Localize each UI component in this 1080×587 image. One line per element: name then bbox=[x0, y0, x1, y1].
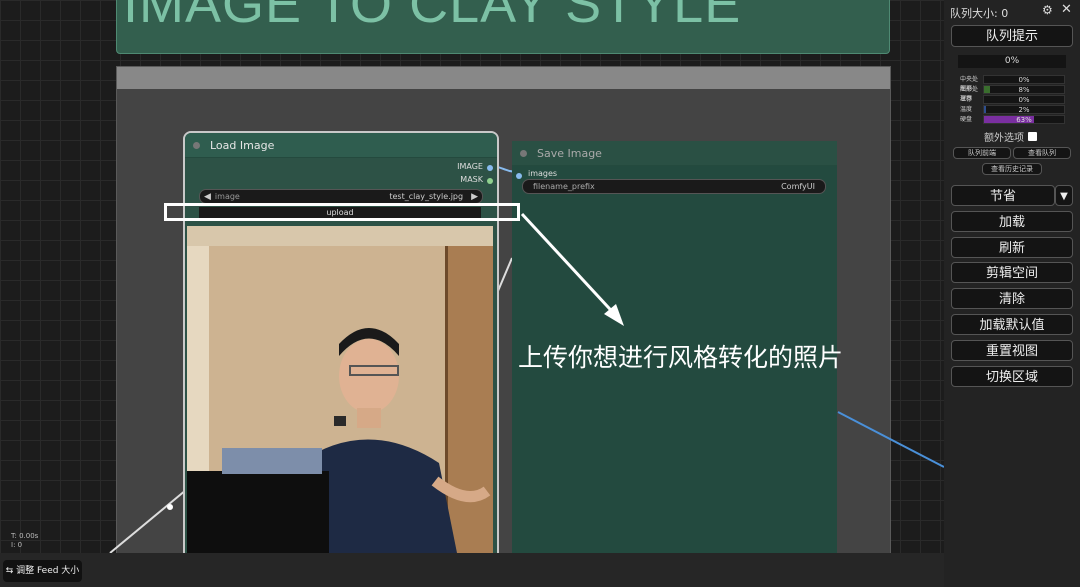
resize-feed-label: 调整 Feed 大小 bbox=[16, 566, 80, 576]
annotation-arrow bbox=[520, 212, 624, 326]
stat-disk-label: 硬盘 bbox=[960, 116, 973, 123]
stat-row-vram: 显存 0% bbox=[958, 95, 1066, 104]
stat-vram-bar: 0% bbox=[983, 95, 1065, 104]
stat-disk-value: 63% bbox=[1016, 116, 1032, 124]
save-dropdown-chevron-icon[interactable]: ▼ bbox=[1055, 185, 1073, 206]
bottom-bar bbox=[0, 553, 944, 587]
stat-gpu-bar: 8% bbox=[983, 85, 1065, 94]
queue-front-button[interactable]: 队列前端 bbox=[953, 147, 1011, 159]
queue-sidebar: 队列大小: 0 ⚙ ✕ 队列提示 0% 中央处理器 0% 图形处理器 8% 显存… bbox=[944, 0, 1080, 587]
canvas-stats: T: 0.00s I: 0 bbox=[11, 532, 38, 550]
stat-vram-label: 显存 bbox=[960, 96, 973, 103]
gear-icon[interactable]: ⚙ bbox=[1042, 3, 1053, 17]
queue-prompt-button[interactable]: 队列提示 bbox=[951, 25, 1073, 47]
stat-temp-bar: 2% bbox=[983, 105, 1065, 114]
stat-time: T: 0.00s bbox=[11, 532, 39, 540]
stat-row-gpu: 图形处理器 8% bbox=[958, 85, 1066, 102]
stat-iterations: I: 0 bbox=[11, 541, 23, 549]
stat-temp-label: 温度 bbox=[960, 106, 973, 113]
reset-view-button[interactable]: 重置视图 bbox=[951, 340, 1073, 361]
stat-row-temp: 温度 2% bbox=[958, 105, 1066, 114]
clipspace-button[interactable]: 剪辑空间 bbox=[951, 262, 1073, 283]
stat-temp-value: 2% bbox=[1018, 106, 1030, 114]
resize-icon: ⇆ bbox=[5, 566, 14, 576]
stat-disk-bar: 63% bbox=[983, 115, 1065, 124]
stat-gpu-value: 8% bbox=[1018, 86, 1030, 94]
resize-feed-button[interactable]: ⇆ 调整 Feed 大小 bbox=[3, 560, 82, 582]
load-default-button[interactable]: 加载默认值 bbox=[951, 314, 1073, 335]
stat-cpu-bar: 0% bbox=[983, 75, 1065, 84]
stat-row-cpu: 中央处理器 0% bbox=[958, 75, 1066, 92]
toggle-area-button[interactable]: 切换区域 bbox=[951, 366, 1073, 387]
stat-cpu-value: 0% bbox=[1018, 76, 1030, 84]
save-button[interactable]: 节省 bbox=[951, 185, 1055, 206]
queue-size-label: 队列大小: 0 bbox=[950, 7, 1009, 20]
progress-bar: 0% bbox=[958, 55, 1066, 68]
view-queue-button[interactable]: 查看队列 bbox=[1013, 147, 1071, 159]
refresh-button[interactable]: 刷新 bbox=[951, 237, 1073, 258]
extra-options-checkbox[interactable] bbox=[1028, 132, 1037, 141]
close-icon[interactable]: ✕ bbox=[1061, 2, 1072, 17]
stat-row-disk: 硬盘 63% bbox=[958, 115, 1066, 124]
extra-options-label: 额外选项 bbox=[984, 133, 1024, 144]
stat-vram-value: 0% bbox=[1018, 96, 1030, 104]
view-history-button[interactable]: 查看历史记录 bbox=[982, 163, 1042, 175]
clear-button[interactable]: 清除 bbox=[951, 288, 1073, 309]
annotation-text: 上传你想进行风格转化的照片 bbox=[518, 343, 844, 372]
load-button[interactable]: 加载 bbox=[951, 211, 1073, 232]
extra-options[interactable]: 额外选项 bbox=[984, 129, 1037, 144]
